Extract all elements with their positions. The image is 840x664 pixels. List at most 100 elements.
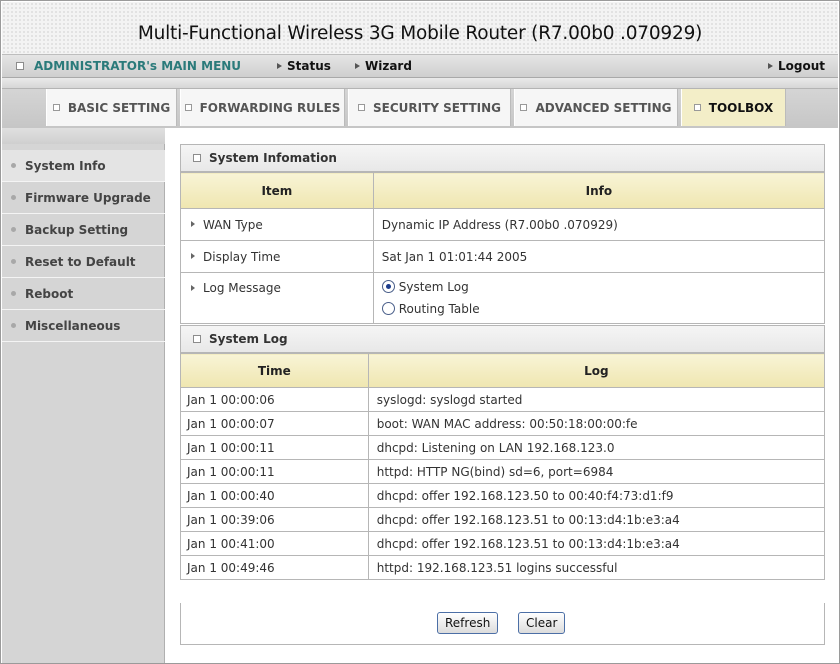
tab-label: BASIC SETTING (67, 100, 171, 115)
square-bullet-icon (16, 61, 24, 70)
status-link-label: Status (287, 59, 331, 73)
status-link[interactable]: Status (277, 59, 331, 73)
table-row: Jan 1 00:00:11 dhcpd: Listening on LAN 19… (180, 435, 826, 460)
row-label: Log Message (180, 272, 374, 324)
row-label: WAN Type (180, 208, 374, 241)
wizard-link-label: Wizard (365, 59, 412, 73)
log-text: syslogd: syslogd started (367, 387, 826, 412)
tab-basic-setting[interactable]: BASIC SETTING (46, 89, 177, 126)
square-bullet-icon (193, 335, 201, 343)
section-title: System Log (209, 332, 288, 346)
sidebar-top-strip (2, 128, 165, 144)
radio-routing-table[interactable]: Routing Table (381, 298, 824, 320)
square-bullet-icon (184, 104, 192, 111)
sidebar-item-reset-to-default[interactable]: Reset to Default (2, 246, 165, 278)
sidebar-item-label: Reset to Default (25, 254, 136, 269)
sidebar-item-label: System Info (25, 158, 106, 173)
page-title: Multi-Functional Wireless 3G Mobile Rout… (137, 23, 703, 44)
system-log-heading: System Log (180, 325, 825, 353)
sidebar-item-backup-setting[interactable]: Backup Setting (2, 214, 165, 246)
bullet-dot-icon (11, 227, 16, 232)
log-text: dhcpd: offer 192.168.123.50 to 00:40:f4:… (367, 483, 826, 508)
log-text: dhcpd: offer 192.168.123.51 to 00:13:d4:… (367, 531, 826, 556)
table-row: WAN Type Dynamic IP Address (R7.00b0 .07… (180, 208, 826, 241)
log-time: Jan 1 00:41:00 (180, 531, 369, 556)
row-label-text: Log Message (203, 281, 281, 295)
radio-system-log[interactable]: System Log (381, 276, 824, 298)
logout-link[interactable]: Logout (768, 59, 825, 73)
tab-security-setting[interactable]: SECURITY SETTING (348, 89, 511, 126)
row-label: Display Time (180, 240, 374, 273)
log-text: boot: WAN MAC address: 00:50:18:00:00:fe (367, 411, 826, 436)
tab-label: TOOLBOX (708, 100, 774, 115)
radio-unselected-icon[interactable] (381, 302, 395, 315)
tab-advanced-setting[interactable]: ADVANCED SETTING (514, 89, 678, 126)
sidebar-item-label: Reboot (25, 286, 74, 301)
log-time: Jan 1 00:00:07 (180, 411, 369, 436)
row-label-text: WAN Type (203, 217, 263, 232)
log-text: httpd: 192.168.123.51 logins successful (367, 555, 826, 580)
table-row: Jan 1 00:39:06 dhcpd: offer 192.168.123.5… (180, 507, 826, 532)
triangle-right-icon (277, 62, 282, 69)
sidebar-item-miscellaneous[interactable]: Miscellaneous (2, 310, 165, 342)
table-row: Display Time Sat Jan 1 01:01:44 2005 (180, 240, 826, 273)
bullet-dot-icon (11, 323, 16, 328)
system-log-table: Time Log Jan 1 00:00:06 syslogd: syslogd … (180, 353, 826, 580)
admin-main-menu[interactable]: ADMINISTRATOR's MAIN MENU (16, 59, 241, 73)
radio-selected-icon[interactable] (381, 280, 395, 293)
triangle-right-icon (355, 62, 360, 69)
bullet-dot-icon (11, 195, 16, 200)
wan-type-value: Dynamic IP Address (R7.00b0 .070929) (372, 208, 826, 241)
triangle-right-icon (191, 253, 195, 259)
triangle-right-icon (191, 221, 195, 227)
column-header-info: Info (372, 172, 826, 209)
system-info-table: Item Info WAN Type Dynamic IP Address (R… (180, 172, 826, 324)
square-bullet-icon (358, 104, 365, 111)
router-admin-page: Multi-Functional Wireless 3G Mobile Rout… (0, 0, 840, 664)
sidebar-item-firmware-upgrade[interactable]: Firmware Upgrade (2, 182, 165, 214)
triangle-right-icon (768, 62, 773, 69)
square-bullet-icon (520, 104, 528, 111)
table-row: Jan 1 00:41:00 dhcpd: offer 192.168.123.5… (180, 531, 826, 556)
bullet-dot-icon (11, 163, 16, 168)
log-message-options: System Log Routing Table (372, 272, 826, 324)
log-time: Jan 1 00:39:06 (180, 507, 369, 532)
row-label-text: Display Time (203, 249, 281, 264)
radio-label: Routing Table (398, 302, 480, 316)
radio-label: System Log (398, 280, 469, 294)
square-bullet-icon (193, 154, 201, 162)
header-banner: Multi-Functional Wireless 3G Mobile Rout… (2, 2, 838, 54)
square-bullet-icon (52, 104, 60, 111)
column-header-time: Time (180, 353, 369, 388)
admin-menu-label: ADMINISTRATOR's MAIN MENU (34, 59, 242, 73)
refresh-button[interactable]: Refresh (437, 612, 499, 634)
logout-link-label: Logout (778, 59, 826, 73)
triangle-right-icon (191, 284, 195, 291)
table-row: Log Message System Log Routing Table (180, 272, 826, 324)
column-header-log: Log (367, 353, 826, 388)
tab-toolbox[interactable]: TOOLBOX (681, 89, 786, 126)
clear-button[interactable]: Clear (518, 612, 566, 634)
tab-forwarding-rules[interactable]: FORWARDING RULES (180, 89, 345, 126)
log-time: Jan 1 00:00:11 (180, 459, 369, 484)
square-bullet-icon (693, 104, 701, 111)
wizard-link[interactable]: Wizard (355, 59, 412, 73)
log-text: dhcpd: offer 192.168.123.51 to 00:13:d4:… (367, 507, 826, 532)
sidebar-item-reboot[interactable]: Reboot (2, 278, 165, 310)
main-menu-bar: ADMINISTRATOR's MAIN MENU Status Wizard … (2, 54, 838, 78)
display-time-value: Sat Jan 1 01:01:44 2005 (372, 240, 826, 273)
sidebar: System Info Firmware Upgrade Backup Sett… (2, 128, 165, 663)
sidebar-item-label: Miscellaneous (25, 318, 121, 333)
table-row: Jan 1 00:00:07 boot: WAN MAC address: 00:… (180, 411, 826, 436)
sidebar-item-label: Firmware Upgrade (25, 190, 151, 205)
tab-bar-top-strip (2, 78, 838, 89)
section-title: System Infomation (209, 151, 337, 165)
tab-label: ADVANCED SETTING (535, 100, 672, 115)
sidebar-item-label: Backup Setting (25, 222, 129, 237)
log-button-row: Refresh Clear (180, 603, 825, 645)
table-row: Jan 1 00:49:46 httpd: 192.168.123.51 logi… (180, 555, 826, 580)
bullet-dot-icon (11, 291, 16, 296)
log-time: Jan 1 00:00:40 (180, 483, 369, 508)
sidebar-item-system-info[interactable]: System Info (2, 150, 165, 182)
log-text: dhcpd: Listening on LAN 192.168.123.0 (367, 435, 826, 460)
